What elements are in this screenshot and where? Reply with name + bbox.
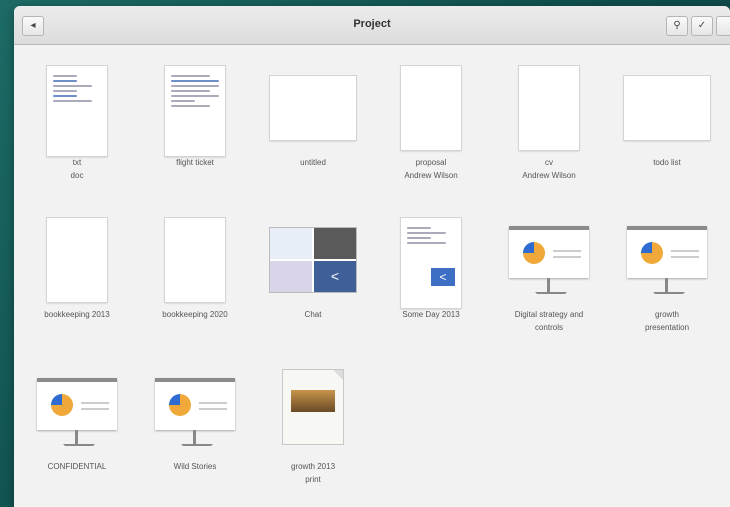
document-item[interactable]: bookkeeping 2013 — [22, 214, 132, 321]
collection-thumbnail: < — [270, 228, 356, 292]
document-label: Chat — [304, 310, 322, 319]
document-item[interactable]: bookkeeping 2020 — [140, 214, 250, 321]
search-icon: ⚲ — [673, 20, 681, 31]
document-label: bookkeeping 2020 — [162, 310, 228, 319]
window-title: Project — [353, 18, 391, 30]
document-thumbnail — [47, 66, 107, 156]
document-label: bookkeeping 2013 — [44, 310, 110, 319]
header-bar: ◂ Project ⚲ ✓ — [14, 6, 730, 45]
share-icon: < — [314, 261, 356, 292]
document-label: Wild Stories — [173, 462, 217, 471]
presentation-thumbnail — [627, 226, 707, 302]
document-label: untitled — [300, 158, 326, 167]
document-item[interactable]: growth presentation — [612, 214, 722, 334]
document-thumbnail — [165, 218, 225, 302]
document-thumbnail — [283, 370, 343, 444]
document-label: growth 2013 print — [290, 462, 336, 484]
document-item[interactable]: todo list — [612, 62, 722, 169]
document-thumbnail — [519, 66, 579, 150]
checkmark-icon: ✓ — [697, 20, 707, 31]
document-thumbnail: < — [401, 218, 461, 308]
document-item[interactable]: < Some Day 2013 — [376, 214, 486, 321]
document-item[interactable]: CONFIDENTIAL — [22, 366, 132, 473]
document-label: txt doc — [70, 158, 84, 180]
document-label: todo list — [653, 158, 681, 167]
document-label: Digital strategy and controls — [514, 310, 584, 332]
document-item[interactable]: txt doc — [22, 62, 132, 182]
document-label: growth presentation — [644, 310, 690, 332]
documents-window: ◂ Project ⚲ ✓ txt doc flight ticket untit… — [14, 6, 730, 507]
presentation-thumbnail — [37, 378, 117, 454]
document-label: flight ticket — [176, 158, 214, 167]
document-thumbnail — [47, 218, 107, 302]
close-button[interactable] — [716, 16, 730, 36]
document-item[interactable]: flight ticket — [140, 62, 250, 169]
document-item[interactable]: Wild Stories — [140, 366, 250, 473]
document-label: cv Andrew Wilson — [522, 158, 576, 180]
document-thumbnail — [624, 76, 710, 140]
share-icon: < — [431, 268, 455, 286]
document-thumbnail — [165, 66, 225, 156]
document-item[interactable]: growth 2013 print — [258, 366, 368, 486]
document-item[interactable]: cv Andrew Wilson — [494, 62, 604, 182]
presentation-thumbnail — [509, 226, 589, 302]
document-item[interactable]: Digital strategy and controls — [494, 214, 604, 334]
document-thumbnail — [270, 76, 356, 140]
select-button[interactable]: ✓ — [691, 16, 713, 36]
document-label: Some Day 2013 — [402, 310, 460, 319]
document-thumbnail — [401, 66, 461, 150]
documents-grid: txt doc flight ticket untitled proposal An… — [14, 44, 730, 507]
document-label: CONFIDENTIAL — [47, 462, 107, 471]
document-item[interactable]: untitled — [258, 62, 368, 169]
document-item[interactable]: proposal Andrew Wilson — [376, 62, 486, 182]
document-item[interactable]: < Chat — [258, 214, 368, 321]
document-label: proposal Andrew Wilson — [404, 158, 458, 180]
presentation-thumbnail — [155, 378, 235, 454]
search-button[interactable]: ⚲ — [666, 16, 688, 36]
